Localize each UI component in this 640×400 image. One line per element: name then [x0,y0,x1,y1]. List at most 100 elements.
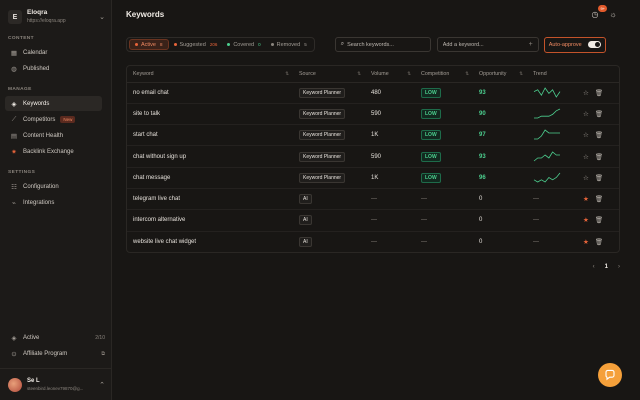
sidebar-item-integrations[interactable]: ⌁ Integrations [5,195,102,210]
calendar-icon: ▦ [10,49,18,57]
col-opportunity[interactable]: Opportunity ⇅ [473,66,527,83]
filter-bar: Active 8 Suggested 206 Covered 0 Removed 5 ⌕… [126,36,620,53]
trend-cell [527,82,577,104]
affiliate-label: Affiliate Program [23,351,68,357]
sidebar-item-label: Competitors [23,116,56,123]
col-source[interactable]: Source ⇅ [293,66,365,83]
tab-count: 8 [159,42,163,47]
workspace-switcher[interactable]: E Eloqra https://eloqra.app ⌄ [0,0,111,26]
table-row[interactable]: no email chat Keyword Planner 480 LOW 93 ☆ 🗑︎ [127,82,619,104]
tab-active[interactable]: Active 8 [129,39,169,50]
trash-icon[interactable]: 🗑︎ [595,216,603,224]
competition-cell: LOW [415,124,473,147]
chevron-up-icon[interactable]: ⌃ [99,381,105,389]
trash-icon[interactable]: 🗑︎ [595,131,603,139]
star-icon[interactable]: ★ [583,195,589,203]
user-name: Se L [27,378,40,384]
col-label: Source [299,70,316,77]
tab-count: 0 [258,42,261,47]
table-header-row: Keyword ⇅ Source ⇅ Volume ⇅ Competition ⇅ Op… [127,66,619,83]
user-info: Se L steenbird.leonev79870@g... [27,377,99,393]
col-keyword[interactable]: Keyword ⇅ [127,66,293,83]
trash-icon[interactable]: 🗑︎ [595,89,603,97]
next-page-button[interactable]: › [618,264,620,270]
gear-icon: ☷ [11,183,17,191]
actions-cell: ☆ 🗑︎ [577,82,619,104]
trash-icon[interactable]: 🗑︎ [595,110,603,118]
tab-covered[interactable]: Covered 0 [222,39,265,50]
chevron-down-icon[interactable]: ⌄ [99,13,105,21]
tab-suggested[interactable]: Suggested 206 [169,39,223,50]
affiliate-program-item[interactable]: ⊙ Affiliate Program ⧉ [0,346,111,362]
user-menu[interactable]: Se L steenbird.leonev79870@g... ⌃ [0,368,111,400]
tab-label: Covered [233,41,255,48]
table-row[interactable]: intercom alternative AI — — 0 — ★ 🗑︎ [127,209,619,232]
theme-toggle-button[interactable]: ☼ [606,7,620,21]
sidebar-item-backlink-exchange[interactable]: ✷ Backlink Exchange [5,144,102,159]
col-label: Trend [533,70,547,77]
add-keyword-input[interactable] [442,41,523,48]
star-icon[interactable]: ☆ [583,89,589,97]
star-icon[interactable]: ★ [583,238,589,246]
active-plan-item[interactable]: ◈ Active 2/10 [0,330,111,346]
sort-icon: ⇅ [465,70,469,76]
trend-line [533,172,561,183]
trash-icon[interactable]: 🗑︎ [595,153,603,161]
trend-cell [527,103,577,126]
star-icon[interactable]: ☆ [583,174,589,182]
sort-icon: ⇅ [519,70,523,76]
source-badge: Keyword Planner [299,151,346,162]
notifications-button[interactable]: ◷ 9+ [588,5,607,21]
star-icon[interactable]: ☆ [583,131,589,139]
star-icon[interactable]: ☆ [583,153,589,161]
trend-line [533,150,560,161]
tag-icon: ◈ [11,100,17,108]
competition-cell: LOW [415,167,473,189]
trend-empty: — [533,217,539,224]
status-dot [227,43,231,46]
tab-removed[interactable]: Removed 5 [266,39,312,50]
brand-name: Eloqra [27,9,48,16]
volume-cell: 590 [365,103,415,126]
col-volume[interactable]: Volume ⇅ [365,66,415,83]
status-dot [135,43,138,46]
active-count: 2/10 [95,335,105,341]
competition-value: — [421,196,427,203]
sidebar-item-published[interactable]: ◍ Published [5,61,102,76]
trash-icon[interactable]: 🗑︎ [595,238,603,246]
table-row[interactable]: chat without sign up Keyword Planner 590 LO… [127,145,619,168]
table-row[interactable]: website live chat widget AI — — 0 — ★ 🗑︎ [127,231,619,252]
sidebar-item-competitors[interactable]: ⟋ Competitors New [5,112,102,127]
table-row[interactable]: telegram live chat AI — — 0 — ★ 🗑︎ [127,188,619,211]
opportunity-cell: 93 [473,82,527,104]
prev-page-button[interactable]: ‹ [593,264,595,270]
table-row[interactable]: chat message Keyword Planner 1K LOW 96 ☆ 🗑︎ [127,167,619,189]
trend-sparkline [534,129,560,140]
star-icon[interactable]: ★ [583,216,589,224]
chat-launcher-button[interactable] [598,363,622,387]
toggle-switch[interactable] [587,41,601,48]
table-row[interactable]: start chat Keyword Planner 1K LOW 97 ☆ 🗑︎ [127,124,619,147]
auto-approve-toggle[interactable]: Auto-approve [543,36,606,53]
trend-cell [527,124,577,147]
table-body: no email chat Keyword Planner 480 LOW 93 ☆ 🗑︎ s… [127,82,619,252]
table-row[interactable]: site to talk Keyword Planner 590 LOW 90 ☆ 🗑︎ [127,103,619,126]
search-box: ⌕ [334,37,431,52]
sidebar-item-calendar[interactable]: ▦ Calendar [5,45,102,60]
plus-icon[interactable]: + [529,41,533,48]
sidebar-item-keywords[interactable]: ◈ Keywords [5,96,102,111]
sidebar-item-content-health[interactable]: ▤ Content Health [5,128,102,143]
search-input[interactable] [347,41,425,48]
tab-label: Removed [276,41,301,48]
trash-icon[interactable]: 🗑︎ [595,174,603,182]
col-competition[interactable]: Competition ⇅ [415,66,473,83]
page-number[interactable]: 1 [605,264,608,270]
star-icon[interactable]: ☆ [583,110,589,118]
keyword-cell: telegram live chat [127,188,293,211]
trash-icon[interactable]: 🗑︎ [595,195,603,203]
col-actions [577,66,619,83]
keyword-cell: no email chat [127,82,293,104]
source-badge: Keyword Planner [299,130,346,141]
trend-cell [527,145,577,168]
sidebar-item-configuration[interactable]: ☷ Configuration [5,179,102,194]
